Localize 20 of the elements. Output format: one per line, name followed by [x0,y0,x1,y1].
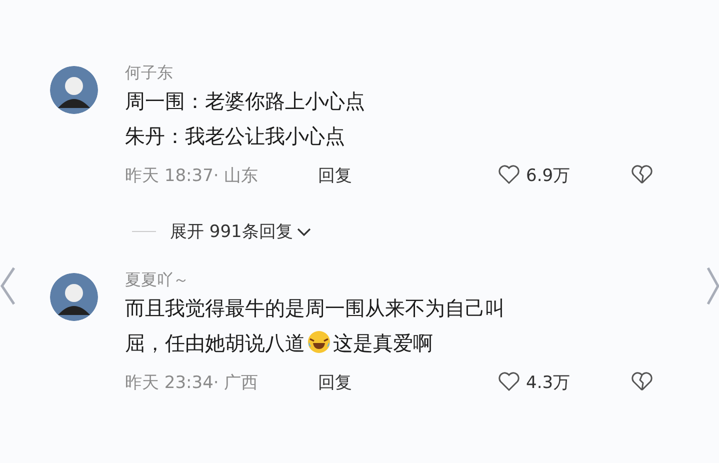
laughing-emoji-icon [307,330,331,354]
heart-icon[interactable] [498,165,520,185]
comment-meta: 昨天 18:37· 山东 [125,164,260,186]
comment-text: 这是真爱啊 [333,331,433,355]
heart-icon[interactable] [498,372,520,392]
comment-meta: 昨天 23:34· 广西 [125,372,260,394]
avatar-icon[interactable] [50,66,98,114]
chevron-down-icon [296,226,311,236]
comment-text: 而且我觉得最牛的是周一围从来不为自己叫 [125,296,505,320]
like-count: 4.3万 [526,372,570,394]
comment-text: 屈，任由她胡说八道 [125,331,305,355]
reply-button[interactable]: 回复 [318,164,498,186]
comment-text: 朱丹：我老公让我小心点 [125,124,345,148]
comment-text: 周一围：老婆你路上小心点 [125,89,365,113]
avatar-icon[interactable] [50,273,98,321]
reply-button[interactable]: 回复 [318,370,498,394]
expand-replies-button[interactable]: 展开 991条回复 [170,220,311,243]
like-count: 6.9万 [526,164,570,186]
broken-heart-icon[interactable] [631,372,653,392]
broken-heart-icon[interactable] [631,165,653,185]
